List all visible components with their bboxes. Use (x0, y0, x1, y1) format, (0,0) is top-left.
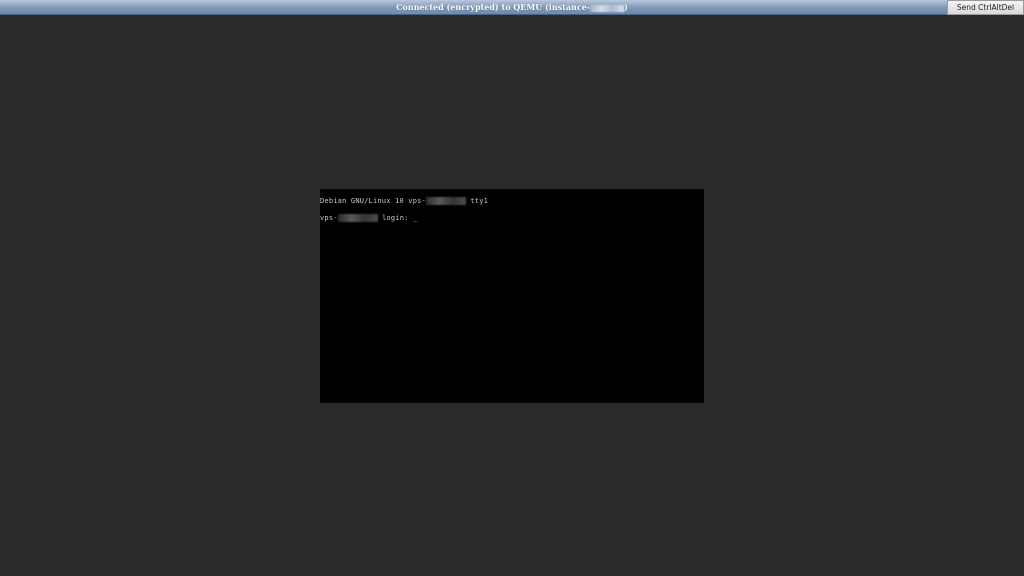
connection-status: Connected (encrypted) to QEMU (instance-… (0, 2, 1024, 12)
redacted-instance-id (590, 4, 625, 12)
banner-prefix: Debian GNU/Linux 10 vps- (320, 197, 426, 205)
vnc-status-bar: Connected (encrypted) to QEMU (instance-… (0, 0, 1024, 15)
login-prompt-line[interactable]: vps- login: _ (320, 214, 417, 222)
login-label: login: (377, 214, 413, 222)
connection-status-prefix: Connected (encrypted) to QEMU (instance- (396, 2, 591, 12)
redacted-hostname (337, 214, 378, 222)
connection-status-suffix: ) (624, 2, 628, 12)
terminal-cursor: _ (413, 214, 418, 222)
redacted-hostname (425, 197, 466, 205)
login-prefix: vps- (320, 214, 338, 222)
vnc-console-screen[interactable]: Debian GNU/Linux 10 vps- tty1 vps- login… (320, 189, 704, 403)
banner-suffix: tty1 (465, 197, 489, 205)
terminal-banner-line: Debian GNU/Linux 10 vps- tty1 (320, 197, 488, 205)
send-ctrl-alt-del-button[interactable]: Send CtrlAltDel (947, 0, 1024, 15)
